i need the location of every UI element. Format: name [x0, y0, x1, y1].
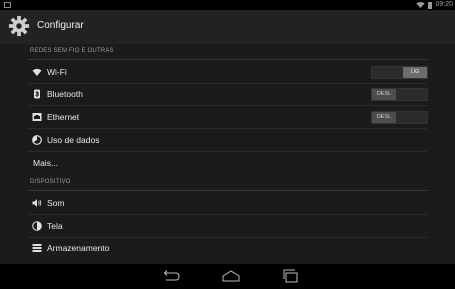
bluetooth-toggle[interactable]: DESL — [371, 88, 428, 101]
recent-apps-button[interactable] — [281, 268, 301, 284]
ethernet-toggle[interactable]: DESL — [371, 111, 428, 124]
home-button[interactable] — [221, 268, 241, 284]
bluetooth-icon — [34, 89, 40, 99]
settings-item-label: Bluetooth — [47, 89, 83, 99]
settings-item-label: Mais... — [33, 158, 59, 168]
settings-item-storage[interactable]: Armazenamento — [0, 237, 455, 259]
toggle-state: LIG — [403, 67, 427, 78]
action-bar: Configurar — [0, 10, 455, 44]
section-header-device: DISPOSITIVO — [0, 175, 455, 191]
settings-item-display[interactable]: Tela — [0, 215, 455, 237]
settings-item-label: Uso de dados — [47, 135, 100, 145]
settings-item-ethernet[interactable]: Ethernet DESL — [0, 106, 455, 128]
status-bar: 09:20 — [0, 0, 455, 10]
settings-item-more[interactable]: Mais... — [0, 152, 455, 174]
settings-item-label: Wi-Fi — [47, 67, 67, 77]
settings-gear-icon[interactable] — [8, 15, 30, 37]
wifi-icon — [32, 68, 42, 76]
notification-icon — [4, 2, 11, 8]
ethernet-icon — [32, 113, 42, 121]
settings-item-sound[interactable]: Som — [0, 192, 455, 214]
page-title: Configurar — [37, 20, 84, 31]
settings-item-wifi[interactable]: Wi-Fi LIG — [0, 61, 455, 83]
wifi-signal-icon — [416, 2, 426, 8]
settings-item-label: Tela — [47, 221, 63, 231]
display-icon — [32, 221, 42, 231]
data-usage-icon — [32, 135, 42, 145]
settings-item-data-usage[interactable]: Uso de dados — [0, 129, 455, 151]
settings-item-label: Ethernet — [47, 112, 80, 122]
wifi-toggle[interactable]: LIG — [371, 66, 428, 79]
section-header-wireless: REDES SEM FIO E OUTRAS — [0, 44, 455, 60]
sound-icon — [32, 199, 42, 207]
settings-item-label: Som — [47, 198, 65, 208]
status-time: 09:20 — [435, 1, 453, 8]
battery-icon — [428, 1, 433, 9]
storage-icon — [32, 244, 42, 252]
toggle-state: DESL — [372, 89, 396, 100]
back-button[interactable] — [161, 268, 181, 284]
toggle-state: DESL — [372, 112, 396, 123]
settings-item-label: Armazenamento — [47, 243, 110, 253]
navigation-bar — [0, 264, 455, 289]
settings-item-bluetooth[interactable]: Bluetooth DESL — [0, 83, 455, 105]
